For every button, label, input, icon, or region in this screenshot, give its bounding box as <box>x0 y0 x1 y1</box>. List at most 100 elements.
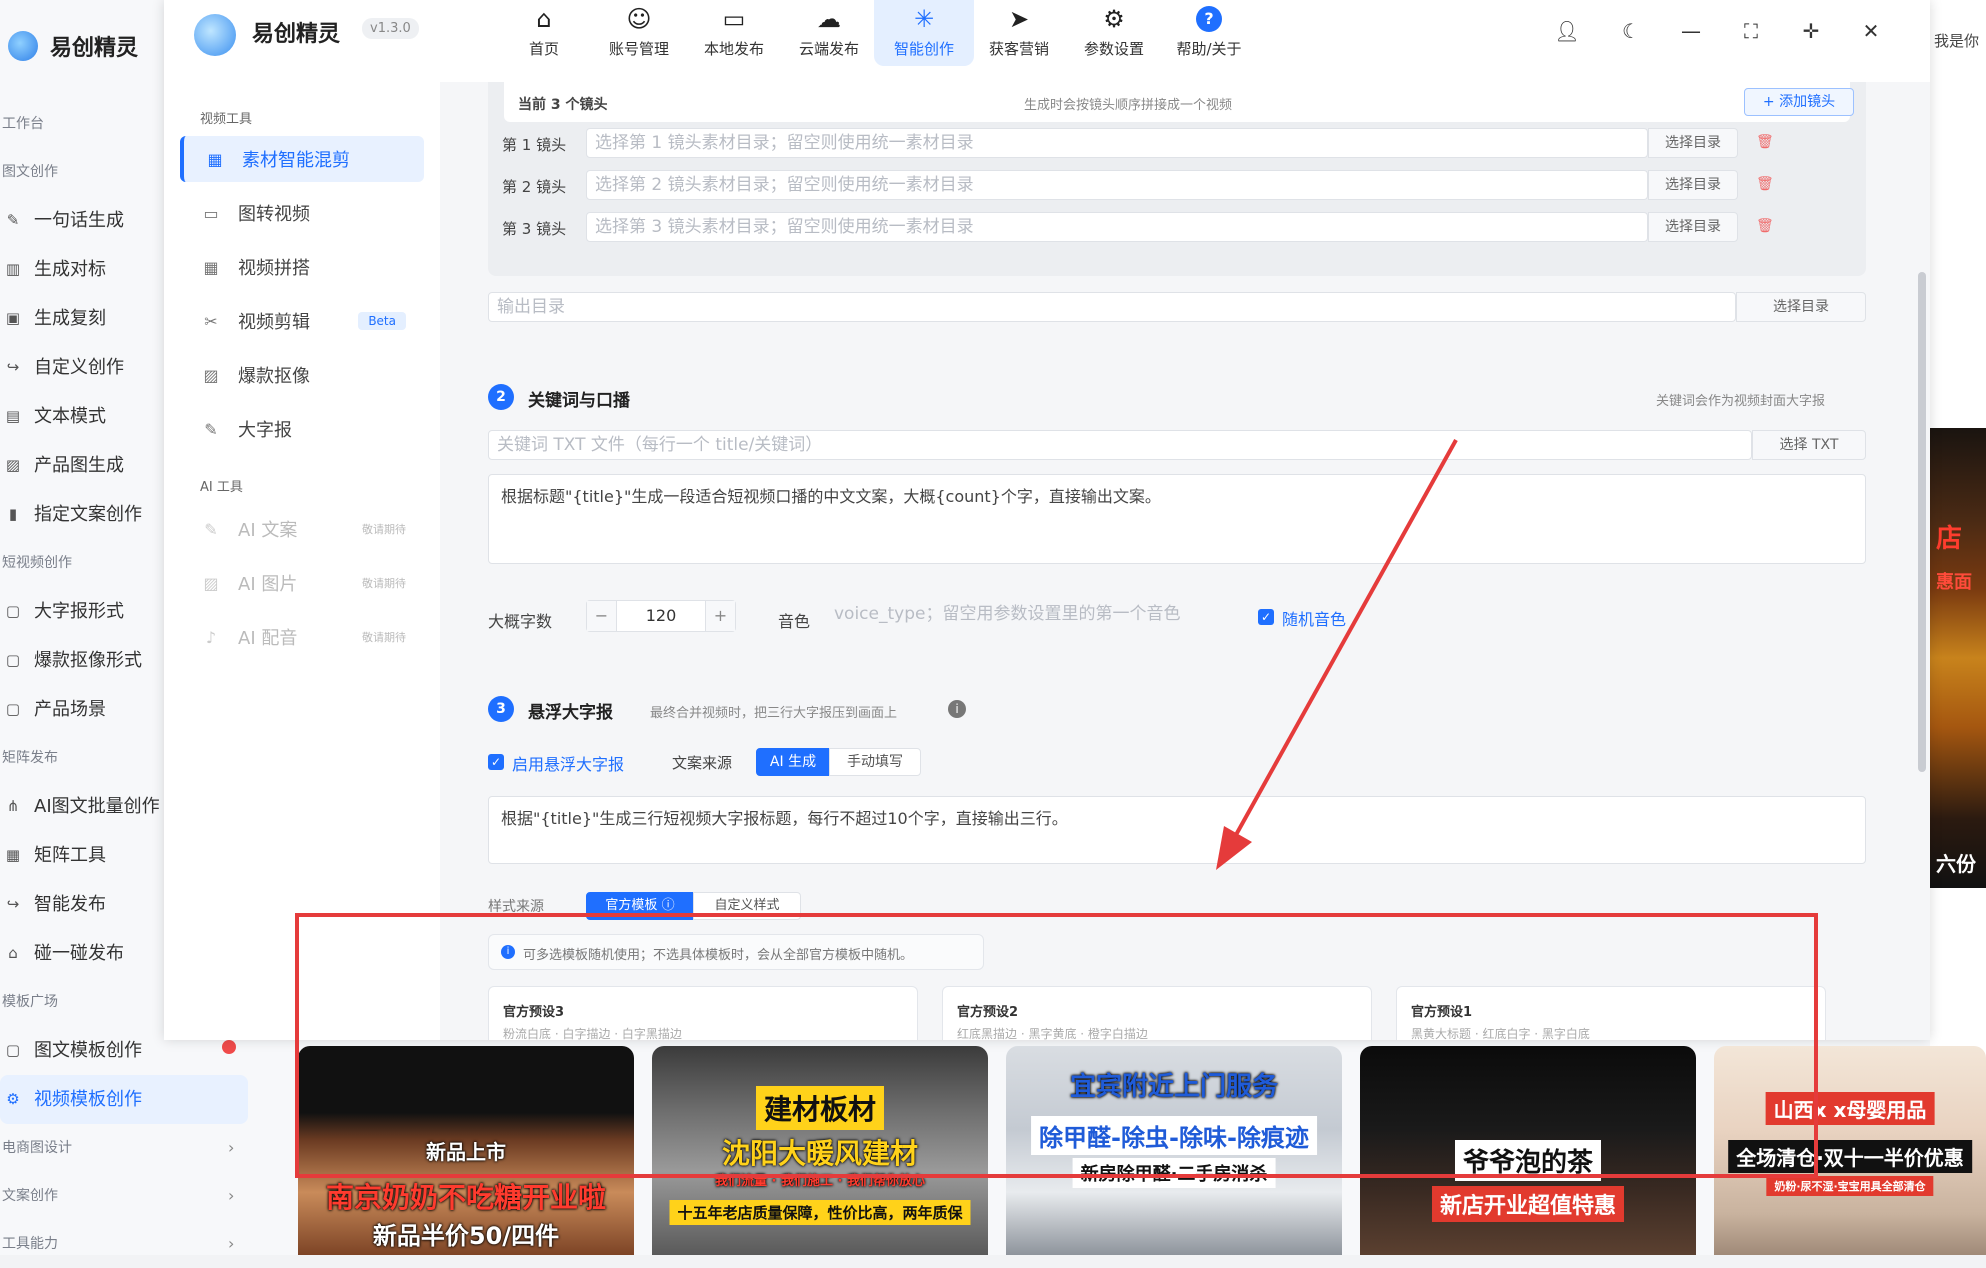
add-shot-button[interactable]: + 添加镜头 <box>1744 88 1854 116</box>
info-icon[interactable]: i <box>948 700 966 718</box>
nav-tab[interactable]: ✳ 智能创作 <box>874 0 974 66</box>
pen-icon: ✎ <box>204 419 218 439</box>
bg-sidebar-item-label: 视频模板创作 <box>34 1089 142 1110</box>
bg-sidebar-item-label: 爆款抠像形式 <box>34 650 142 671</box>
trash-icon[interactable]: 🗑︎ <box>1756 218 1774 234</box>
tool-item: ✎ AI 文案 敬请期待 <box>180 506 424 552</box>
bg-sidebar-item-label: 碰一碰发布 <box>34 943 124 964</box>
share-icon: ↪ <box>6 358 20 376</box>
output-dir-input[interactable]: 输出目录 <box>488 292 1736 322</box>
random-voice-label[interactable]: 随机音色 <box>1282 606 1346 630</box>
nav-tab[interactable]: ⚙ 参数设置 <box>1064 0 1164 66</box>
nav-tab-label: 云端发布 <box>798 40 859 58</box>
shot-dir-input[interactable]: 选择第 3 镜头素材目录；留空则使用统一素材目录 <box>586 212 1648 242</box>
count-minus-button[interactable]: − <box>587 601 617 631</box>
count-value[interactable]: 120 <box>617 601 705 631</box>
tool-item-label: 视频剪辑 <box>238 312 310 333</box>
bg-group-label[interactable]: 电商图设计 › <box>0 1124 255 1172</box>
background-logo-text: 易创精灵 <box>50 36 139 61</box>
keyword-select-button[interactable]: 选择 TXT <box>1752 430 1866 460</box>
enable-overlay-label[interactable]: 启用悬浮大字报 <box>512 751 624 775</box>
count-plus-button[interactable]: + <box>705 601 735 631</box>
bg-group-text: 图文创作 <box>2 164 58 180</box>
tool-item[interactable]: ▭ 图转视频 <box>180 190 424 236</box>
tool-item-label: 大字报 <box>238 420 292 441</box>
tool-item[interactable]: ▦ 素材智能混剪 <box>180 136 424 182</box>
keyword-file-input[interactable]: 关键词 TXT 文件（每行一个 title/关键词） <box>488 430 1752 460</box>
content-area: 当前 3 个镜头 生成时会按镜头顺序拼接成一个视频 + 添加镜头 第 1 镜头选… <box>440 82 1930 1040</box>
nav-tab[interactable]: ? 帮助/关于 <box>1159 0 1259 66</box>
voice-type-input[interactable]: voice_type；留空用参数设置里的第一个音色 <box>826 600 1246 632</box>
nav-tab[interactable]: ☁ 云端发布 <box>779 0 879 66</box>
trash-icon[interactable]: 🗑︎ <box>1756 176 1774 192</box>
monitor-icon: ▭ <box>722 5 746 33</box>
tool-item: ▨ AI 图片 敬请期待 <box>180 560 424 606</box>
source-manual-button[interactable]: 手动填写 <box>829 748 921 776</box>
bg-sidebar-item[interactable]: ⚙ 视频模板创作 <box>0 1075 248 1124</box>
tool-item-label: AI 图片 <box>238 574 298 595</box>
shot-select-button[interactable]: 选择目录 <box>1648 212 1738 242</box>
shot-dir-input[interactable]: 选择第 1 镜头素材目录；留空则使用统一素材目录 <box>586 128 1648 158</box>
board-icon: ▢ <box>5 602 21 620</box>
tool-item[interactable]: ✂ 视频剪辑 Beta <box>180 298 424 344</box>
shot-select-button[interactable]: 选择目录 <box>1648 170 1738 200</box>
fullscreen-icon[interactable]: ⛶ <box>1736 16 1766 46</box>
bg-group-text: 矩阵发布 <box>2 750 58 766</box>
style-official-label: 官方模板 <box>605 898 658 913</box>
moon-icon[interactable]: ☾ <box>1616 16 1646 46</box>
nav-tab[interactable]: ☺ 账号管理 <box>589 0 689 66</box>
overlay-prompt-textarea[interactable]: 根据"{title}"生成三行短视频大字报标题，每行不超过10个字，直接输出三行… <box>488 796 1866 864</box>
app-logo-icon <box>8 31 38 61</box>
nav-tab[interactable]: ➤ 获客营销 <box>969 0 1069 66</box>
account-icon[interactable]: 👤︎ <box>1552 16 1582 46</box>
coming-soon-tag: 敬请期待 <box>362 577 406 590</box>
shot-select-button[interactable]: 选择目录 <box>1648 128 1738 158</box>
trash-icon[interactable]: 🗑︎ <box>1756 134 1774 150</box>
bg-sidebar-item-label: 产品图生成 <box>34 455 124 476</box>
right-strip-text: 我是你 <box>1934 32 1980 50</box>
enable-overlay-checkbox[interactable]: ✓ <box>488 754 504 770</box>
bg-group-label[interactable]: 工具能力 › <box>0 1220 255 1268</box>
tool-item[interactable]: ▦ 视频拼搭 <box>180 244 424 290</box>
board-icon: ▢ <box>5 700 21 718</box>
chevron-right-icon: › <box>228 1234 235 1253</box>
minimize-icon[interactable]: — <box>1676 16 1706 46</box>
random-voice-checkbox[interactable]: ✓ <box>1258 609 1274 625</box>
nav-tab-label: 首页 <box>528 40 559 58</box>
home-icon: ⌂ <box>8 944 18 962</box>
table-icon: ▦ <box>203 257 219 277</box>
source-ai-button[interactable]: AI 生成 <box>756 748 830 776</box>
nav-tab[interactable]: ▭ 本地发布 <box>684 0 784 66</box>
content-scrollbar[interactable] <box>1918 272 1926 772</box>
output-select-button[interactable]: 选择目录 <box>1736 292 1866 322</box>
shots-card: 当前 3 个镜头 生成时会按镜头顺序拼接成一个视频 + 添加镜头 第 1 镜头选… <box>488 82 1866 276</box>
nav-tab[interactable]: ⌂ 首页 <box>494 0 594 66</box>
voice-label: 音色 <box>778 612 811 631</box>
tool-item[interactable]: ▨ 爆款抠像 <box>180 352 424 398</box>
voiceover-prompt-textarea[interactable]: 根据标题"{title}"生成一段适合短视频口播的中文文案，大概{count}个… <box>488 474 1866 564</box>
section3-hint: 最终合并视频时，把三行大字报压到画面上 <box>650 706 898 721</box>
shot-label: 第 2 镜头 <box>502 178 567 196</box>
move-icon[interactable]: ✛ <box>1796 16 1826 46</box>
bg-group-text: 工具能力 <box>2 1236 58 1252</box>
shot-dir-input[interactable]: 选择第 2 镜头素材目录；留空则使用统一素材目录 <box>586 170 1648 200</box>
tool-item-label: 素材智能混剪 <box>242 150 350 171</box>
app-logo-icon <box>194 14 236 56</box>
bg-sidebar-item-label: 自定义创作 <box>34 357 124 378</box>
tool-item-label: 爆款抠像 <box>238 366 310 387</box>
bg-group-label[interactable]: 文案创作 › <box>0 1172 255 1220</box>
close-icon[interactable]: ✕ <box>1856 16 1886 46</box>
count-stepper[interactable]: − 120 + <box>586 600 736 632</box>
chevron-right-icon: › <box>228 1186 235 1205</box>
help-icon: ? <box>1196 6 1222 32</box>
sparkle-icon: ✳ <box>913 5 935 33</box>
beta-badge: Beta <box>358 312 406 330</box>
tool-item: ♪ AI 配音 敬请期待 <box>180 614 424 660</box>
grid-icon: ▦ <box>5 846 21 864</box>
camera-icon: ▣ <box>5 309 21 327</box>
top-bar: 易创精灵 v1.3.0 ⌂ 首页 ☺ 账号管理 ▭ 本地发布 ☁ 云端发布 ✳ 智能创作 ➤ 获客营销… <box>164 0 1930 82</box>
nav-tab-label: 帮助/关于 <box>1176 40 1242 58</box>
version-badge: v1.3.0 <box>362 18 419 39</box>
bg-group-text: 电商图设计 <box>2 1140 72 1156</box>
tool-item[interactable]: ✎ 大字报 <box>180 406 424 452</box>
